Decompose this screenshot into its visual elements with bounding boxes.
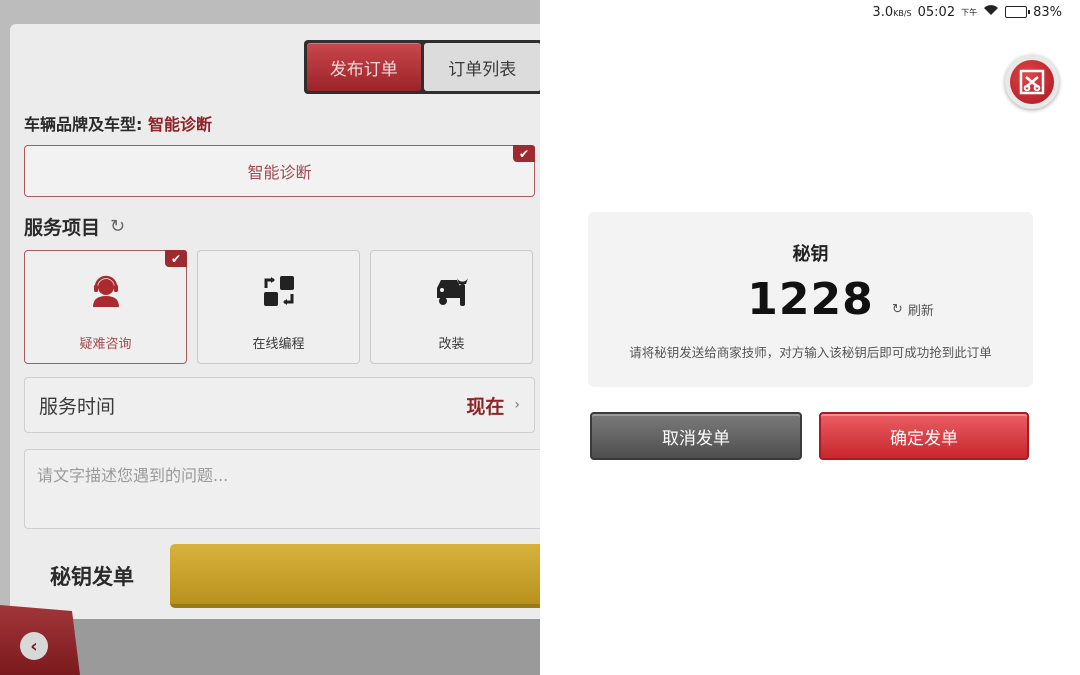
description-placeholder: 请文字描述您遇到的问题... (37, 466, 229, 485)
service-time-label: 服务时间 (39, 395, 116, 418)
service-label-modification: 改装 (438, 337, 465, 352)
clock-time: 05:02 (917, 4, 956, 20)
brand-logo-icon (1010, 60, 1054, 104)
service-label-programming: 在线编程 (252, 337, 305, 352)
car-wrench-icon (434, 273, 470, 309)
confirm-order-button[interactable]: 确定发单 (819, 412, 1029, 460)
brand-logo-button[interactable] (1005, 55, 1059, 109)
vehicle-model-line: 车辆品牌及车型: 智能诊断 (24, 111, 212, 135)
secret-key-panel: 秘钥 1228 ↻ 刷新 请将秘钥发送给商家技师，对方输入该秘钥后即可成功抢到此… (588, 212, 1033, 387)
problem-description-input[interactable]: 请文字描述您遇到的问题... (24, 449, 540, 529)
key-refresh-button[interactable]: ↻ 刷新 (892, 300, 934, 319)
status-bar: 3.0KB/S 05:02 下午 83% (872, 3, 1062, 21)
tab-publish-order[interactable]: 发布订单 (307, 43, 421, 91)
service-time-value: 现在 (466, 395, 505, 418)
refresh-icon[interactable]: ↻ (110, 216, 125, 237)
vehicle-label: 车辆品牌及车型: (24, 115, 143, 134)
order-tabs: 发布订单 订单列表 (304, 40, 540, 94)
clock-ampm: 下午 (961, 7, 978, 17)
tab-order-list[interactable]: 订单列表 (423, 43, 540, 91)
app-background-pane: 发布订单 订单列表 车辆品牌及车型: 智能诊断 智能诊断 ✔ 服务项目 ↻ 疑难… (0, 0, 540, 675)
diagnosis-box-label: 智能诊断 (247, 163, 312, 182)
service-time-row[interactable]: 服务时间 现在 › (24, 377, 535, 433)
key-send-toggle-bar[interactable] (170, 544, 540, 608)
vehicle-value: 智能诊断 (147, 115, 212, 134)
key-title: 秘钥 (792, 244, 829, 265)
wifi-icon (983, 4, 999, 20)
battery-percent: 83% (1033, 4, 1062, 20)
key-send-label: 秘钥发单 (50, 565, 134, 589)
checkmark-icon: ✔ (513, 145, 535, 162)
chevron-right-icon: › (514, 397, 520, 413)
service-label-consult: 疑难咨询 (79, 337, 132, 352)
key-code: 1228 (747, 274, 874, 325)
programming-swap-icon (262, 273, 296, 309)
key-instruction-note: 请将秘钥发送给商家技师，对方输入该秘钥后即可成功抢到此订单 (629, 345, 992, 360)
diagnosis-select-box[interactable]: 智能诊断 (24, 145, 535, 197)
support-agent-icon (89, 273, 123, 309)
services-heading: 服务项目 ↻ (24, 213, 125, 240)
service-card-consult[interactable]: 疑难咨询 (24, 250, 187, 364)
checkmark-icon: ✔ (165, 250, 187, 267)
service-card-programming[interactable]: 在线编程 (197, 250, 360, 364)
back-arrow-icon[interactable]: ‹ (20, 632, 48, 660)
network-speed: 3.0KB/S (872, 4, 912, 20)
service-card-modification[interactable]: 改装 (370, 250, 533, 364)
services-title: 服务项目 (24, 217, 101, 239)
bottom-bar (0, 619, 540, 675)
battery-icon (1005, 6, 1031, 18)
key-refresh-label: 刷新 (907, 304, 934, 319)
cancel-order-button[interactable]: 取消发单 (590, 412, 802, 460)
refresh-icon: ↻ (892, 302, 903, 317)
